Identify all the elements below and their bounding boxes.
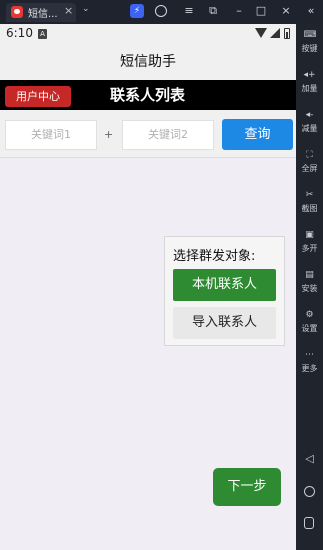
sidebar-item-label: 全屏	[301, 164, 318, 173]
sidebar-item-multi[interactable]: ▣ 多开	[296, 230, 323, 254]
sidebar-item-label: 多开	[301, 244, 318, 253]
header-bar: 用户中心 联系人列表	[0, 80, 296, 110]
sidebar-item-label: 更多	[301, 364, 318, 373]
back-icon[interactable]: ◁	[296, 452, 323, 465]
sidebar-item-label: 截图	[301, 204, 318, 213]
status-bar: 6:10 A	[0, 24, 296, 44]
keyword2-input[interactable]: 关键词2	[122, 120, 214, 150]
pin-icon[interactable]: ⧉	[206, 4, 220, 18]
recipient-select-panel: 选择群发对象: 本机联系人 导入联系人	[164, 236, 285, 346]
sidebar-item-volume-up[interactable]: ◂+ 加量	[296, 70, 323, 94]
sidebar-item-install[interactable]: ▤ 安装	[296, 270, 323, 294]
app-tab[interactable]: 短信... ×	[6, 3, 76, 22]
sidebar-item-label: 按键	[301, 44, 318, 53]
install-icon: ▤	[305, 270, 314, 280]
tab-close-icon[interactable]: ×	[64, 4, 73, 17]
search-row: 关键词1 + 关键词2 查询	[0, 110, 296, 158]
multi-instance-icon: ▣	[305, 230, 314, 240]
fullscreen-icon: ⛶	[306, 150, 313, 160]
keyboard-icon: ⌨	[303, 30, 317, 40]
emulator-title-bar: 短信... × ⌄ ⚡ ≡ ⧉ – □ × «	[0, 0, 323, 24]
volume-up-icon: ◂+	[303, 70, 316, 80]
app-icon	[11, 6, 23, 18]
settings-icon: ⚙	[305, 310, 314, 320]
app-title: 短信助手	[120, 54, 176, 70]
next-button[interactable]: 下一步	[213, 468, 281, 506]
battery-icon	[284, 28, 290, 39]
signal-icon	[270, 28, 280, 38]
home-icon[interactable]	[304, 486, 315, 497]
recents-icon[interactable]	[304, 517, 314, 529]
main-area: 选择群发对象: 本机联系人 导入联系人 下一步	[0, 158, 296, 550]
sim-icon: A	[38, 29, 47, 39]
volume-down-icon: ◂-	[305, 110, 314, 120]
sidebar-item-label: 减量	[301, 124, 318, 133]
user-center-button[interactable]: 用户中心	[5, 86, 71, 107]
sidebar-item-volume-down[interactable]: ◂- 减量	[296, 110, 323, 134]
maximize-icon[interactable]: □	[254, 4, 268, 18]
sidebar-item-more[interactable]: ⋯ 更多	[296, 350, 323, 374]
sidebar-item-label: 加量	[301, 84, 318, 93]
sidebar-item-screenshot[interactable]: ✂ 截图	[296, 190, 323, 214]
page-heading: 联系人列表	[110, 86, 186, 104]
bolt-icon[interactable]: ⚡	[130, 4, 144, 18]
user-icon[interactable]	[155, 5, 167, 17]
sidebar-item-settings[interactable]: ⚙ 设置	[296, 310, 323, 334]
collapse-icon[interactable]: «	[304, 4, 318, 18]
minimize-icon[interactable]: –	[232, 4, 246, 18]
emulator-sidebar: ⌨ 按键 ◂+ 加量 ◂- 减量 ⛶ 全屏 ✂ 截图 ▣ 多开 ▤ 安装 ⚙ 设…	[296, 24, 323, 550]
wifi-icon	[255, 28, 267, 38]
panel-label: 选择群发对象:	[173, 249, 256, 264]
scissors-icon: ✂	[305, 190, 314, 200]
menu-icon[interactable]: ≡	[182, 4, 196, 18]
chevron-down-icon[interactable]: ⌄	[82, 4, 90, 14]
import-contacts-button[interactable]: 导入联系人	[173, 307, 276, 339]
keyword1-input[interactable]: 关键词1	[5, 120, 97, 150]
sidebar-item-label: 设置	[301, 324, 318, 333]
local-contacts-button[interactable]: 本机联系人	[173, 269, 276, 301]
status-time: 6:10	[6, 26, 33, 40]
more-icon: ⋯	[305, 350, 314, 360]
sidebar-item-fullscreen[interactable]: ⛶ 全屏	[296, 150, 323, 174]
sidebar-item-keys[interactable]: ⌨ 按键	[296, 30, 323, 54]
close-icon[interactable]: ×	[279, 4, 293, 18]
tab-title: 短信...	[28, 9, 58, 20]
query-button[interactable]: 查询	[222, 119, 293, 150]
plus-separator: +	[104, 128, 114, 141]
sidebar-item-label: 安装	[301, 284, 318, 293]
